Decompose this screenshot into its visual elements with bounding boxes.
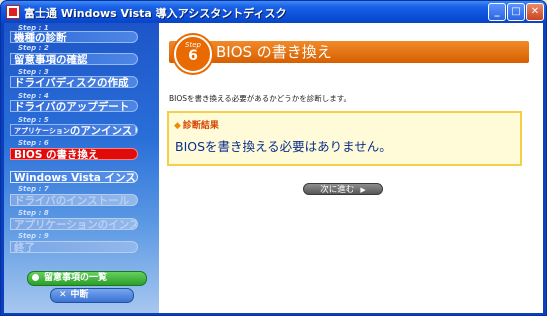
result-box: ◆ 診断結果 BIOSを書き換える必要はありません。 [167,111,522,166]
sidebar-item-label: 機種の診断 [14,32,67,43]
step-number: 6 [188,48,198,64]
description-text: BIOSを書き換える必要があるかどうかを診断します。 [169,94,352,103]
sidebar-item-label: Windows Vista インストール [14,172,137,183]
close-icon: ✕ [59,290,67,300]
next-button[interactable]: 次に進む ▶ [303,183,383,195]
sidebar-item-step5[interactable]: アプリケーションのアンインストール [10,124,138,136]
sidebar-item-label: のアンインストール [69,125,137,136]
title-bar[interactable]: 富士通 Windows Vista 導入アシスタントディスク _ □ ✕ [1,1,546,23]
play-arrow-icon: ▶ [360,186,366,194]
sidebar-item-label: ドライバのアップデート [14,101,130,112]
sidebar-item-step2[interactable]: 留意事項の確認 [10,53,138,65]
sidebar-item-label: 終了 [14,242,35,253]
client-area: Step : 1 機種の診断 Step : 2 留意事項の確認 Step : 3… [4,23,543,313]
sidebar-item-vista-install[interactable]: Windows Vista インストール [10,171,138,183]
step-tag-4: Step : 4 [18,92,49,100]
sidebar-item-label: 留意事項の確認 [14,54,88,65]
sidebar-item-label: アプリケーションのインストール [14,219,137,230]
sidebar: Step : 1 機種の診断 Step : 2 留意事項の確認 Step : 3… [4,23,159,313]
step-tag-5: Step : 5 [18,116,49,124]
step-tag-3: Step : 3 [18,68,49,76]
sidebar-item-step9[interactable]: 終了 [10,241,138,253]
sidebar-item-step6[interactable]: BIOS の書き換え [10,148,138,160]
sidebar-item-step7[interactable]: ドライバのインストール [10,194,138,206]
bullet-icon [32,274,39,281]
step-tag-2: Step : 2 [18,44,49,52]
step-tag-6: Step : 6 [18,139,49,147]
maximize-button[interactable]: □ [507,3,525,21]
step-tag-9: Step : 9 [18,232,49,240]
sidebar-item-step8[interactable]: アプリケーションのインストール [10,218,138,230]
step-tag-8: Step : 8 [18,209,49,217]
sidebar-item-label-small: アプリケーション [14,127,70,135]
cancel-label: 中断 [70,290,89,300]
sidebar-item-step4[interactable]: ドライバのアップデート [10,100,138,112]
notes-list-button[interactable]: 留意事項の一覧 [27,271,147,286]
result-label-text: 診断結果 [182,121,219,131]
result-label: ◆ 診断結果 [174,118,219,131]
app-icon [6,5,20,19]
minimize-button[interactable]: _ [488,3,506,21]
sidebar-item-label: BIOS の書き換え [14,149,99,160]
window-title: 富士通 Windows Vista 導入アシスタントディスク [24,7,287,20]
sidebar-item-step3[interactable]: ドライバディスクの作成 [10,76,138,88]
notes-list-label: 留意事項の一覧 [44,273,108,283]
diamond-icon: ◆ [174,121,181,131]
sidebar-item-label: ドライバのインストール [14,195,130,206]
result-text: BIOSを書き換える必要はありません。 [175,139,392,154]
step-tag-7: Step : 7 [18,185,49,193]
next-button-label: 次に進む [320,185,355,195]
window: 富士通 Windows Vista 導入アシスタントディスク _ □ ✕ Ste… [0,0,547,316]
cancel-button[interactable]: ✕ 中断 [50,288,134,303]
page-title: BIOS の書き換え [216,43,332,61]
main-panel: Step 6 BIOS の書き換え BIOSを書き換える必要があるかどうかを診断… [159,23,543,313]
sidebar-item-label: ドライバディスクの作成 [14,77,129,88]
step-badge: Step 6 [174,35,212,73]
close-button[interactable]: ✕ [526,3,544,21]
sidebar-item-step1[interactable]: 機種の診断 [10,31,138,43]
